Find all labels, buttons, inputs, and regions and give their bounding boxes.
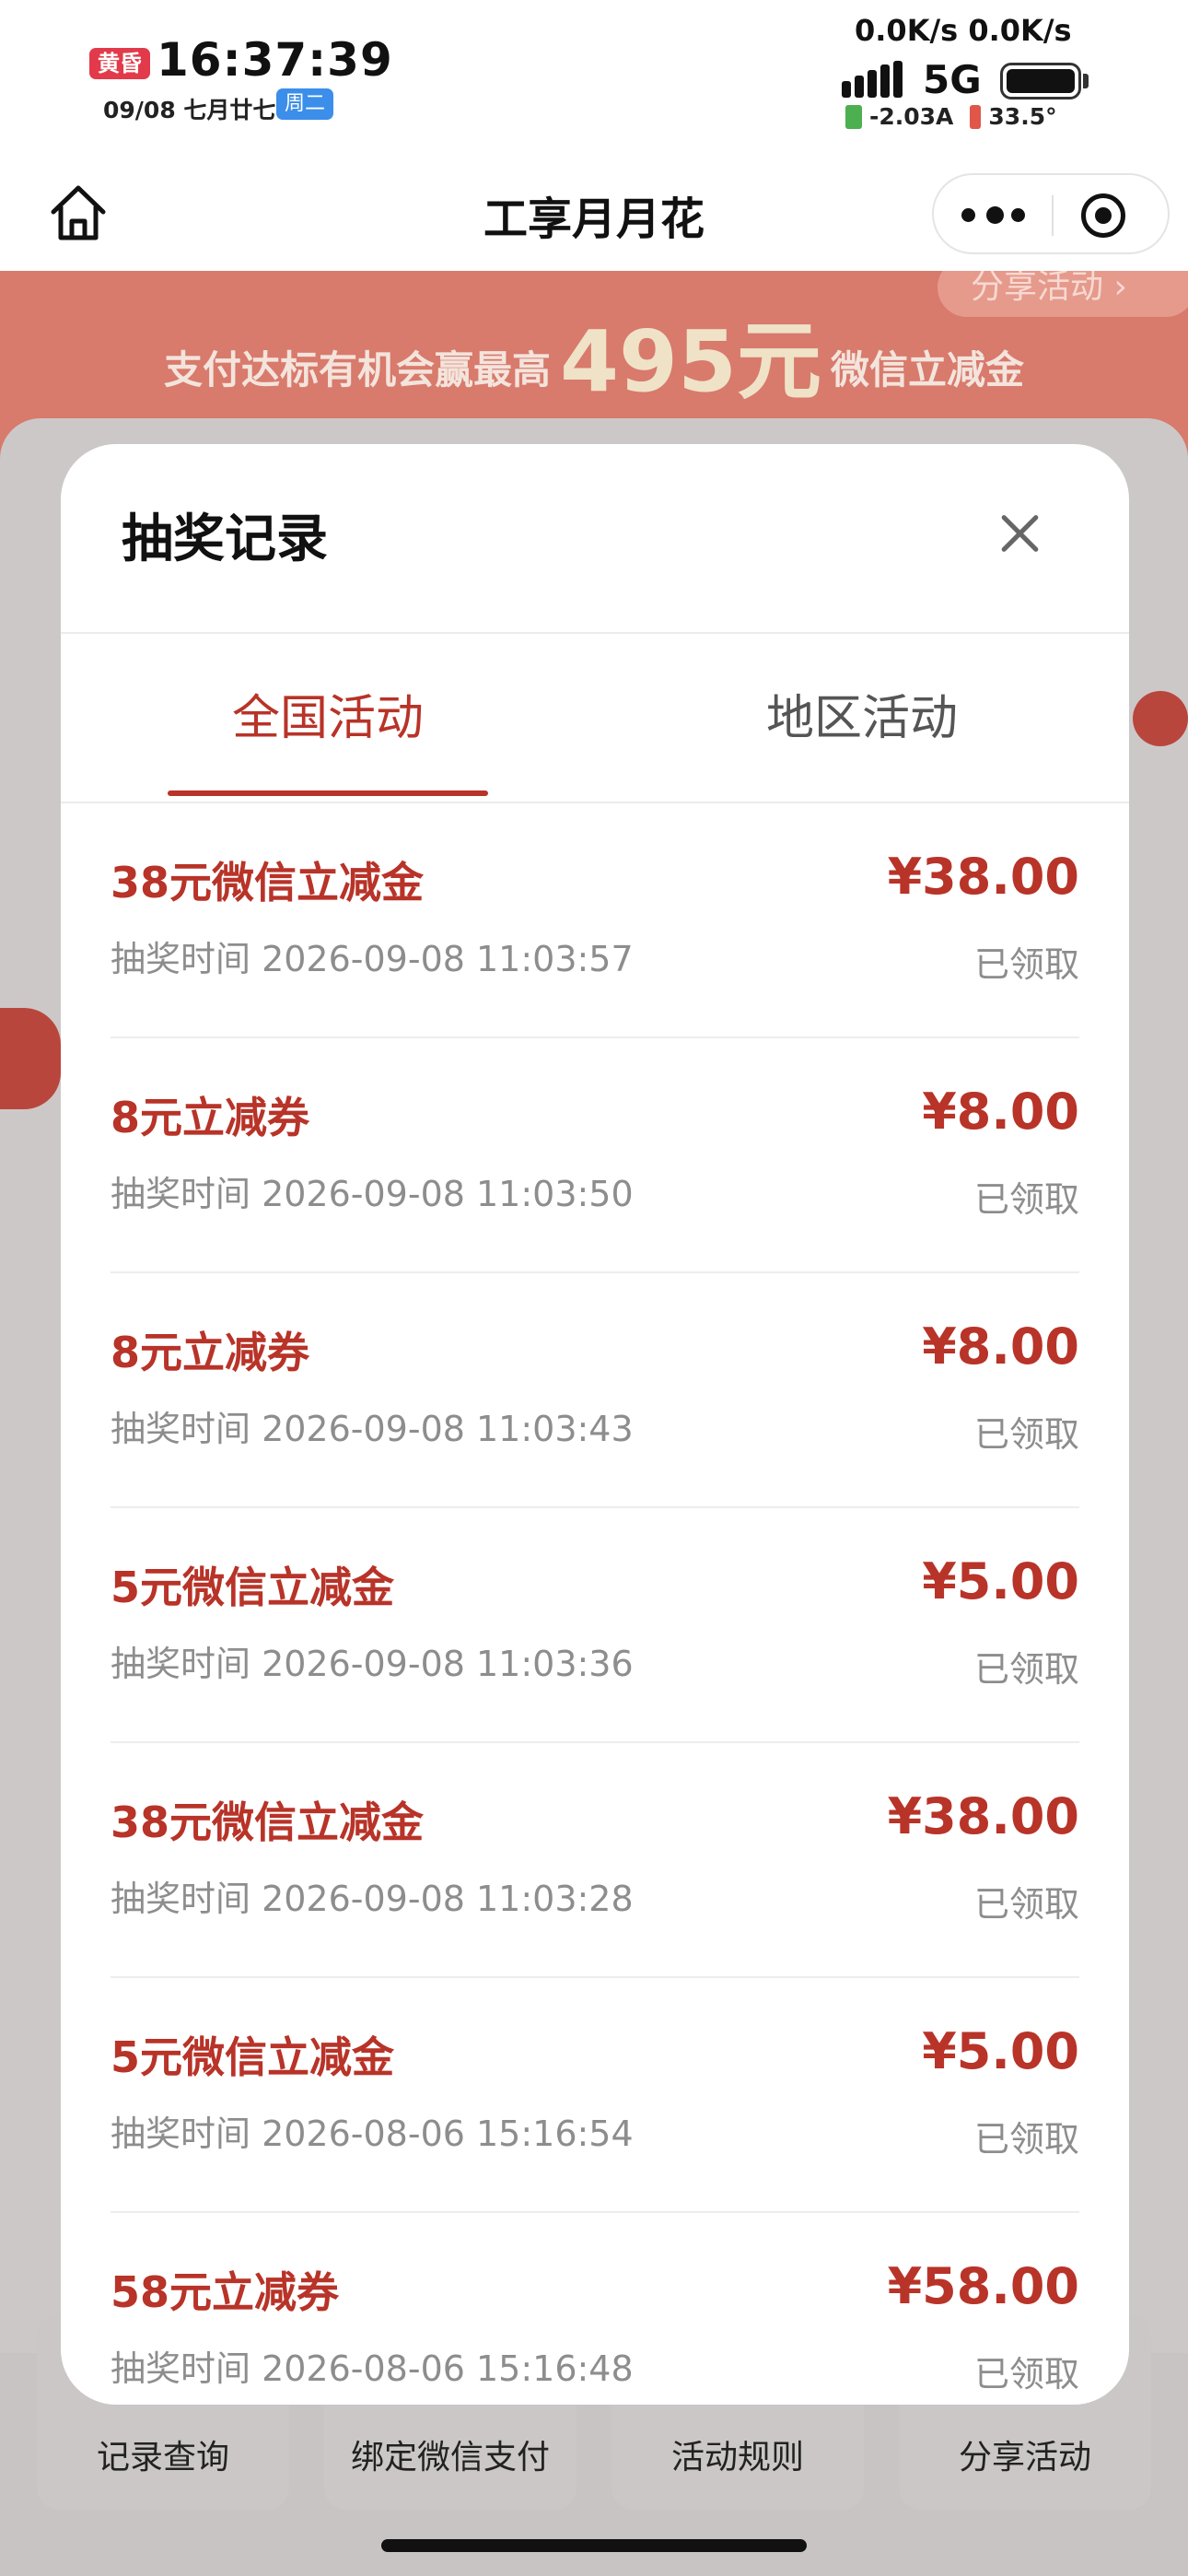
prize-amount: ¥38.00 <box>887 848 1079 906</box>
modal-title: 抽奖记录 <box>122 509 328 569</box>
prize-amount: ¥58.00 <box>887 2257 1079 2315</box>
prize-name: 38元微信立减金 <box>111 858 425 907</box>
prize-name: 58元立减券 <box>111 2267 340 2317</box>
battery-icon <box>1000 63 1081 100</box>
claim-status: 已领取 <box>973 1414 1079 1455</box>
more-icon[interactable] <box>961 201 1026 230</box>
banner-suffix: 微信立减金 <box>831 347 1025 392</box>
claim-status: 已领取 <box>973 2354 1079 2395</box>
home-indicator[interactable] <box>381 2539 807 2552</box>
prize-name: 8元立减券 <box>111 1093 310 1142</box>
list-item: 5元微信立减金 抽奖时间 2026-08-06 15:16:54 ¥5.00 已… <box>111 1978 1079 2213</box>
prize-name: 8元立减券 <box>111 1328 310 1377</box>
list-item: 38元微信立减金 抽奖时间 2026-09-08 11:03:57 ¥38.00… <box>111 803 1079 1038</box>
claim-status: 已领取 <box>973 944 1079 985</box>
banner-amount: 495元 <box>559 312 822 411</box>
draw-time: 抽奖时间 2026-09-08 11:03:28 <box>111 1879 634 1919</box>
tab-regional[interactable]: 地区活动 <box>595 634 1129 803</box>
app-page: 黄昏 16:37:39 09/08 七月廿七 周二 0.0K/s 0.0K/s … <box>0 0 1188 2576</box>
claim-status: 已领取 <box>973 1179 1079 1220</box>
device-stats: -2.03A 33.5° <box>845 103 1057 130</box>
side-card-icon <box>0 1008 61 1109</box>
draw-time: 抽奖时间 2026-09-08 11:03:43 <box>111 1409 634 1449</box>
current-reading: -2.03A <box>869 103 954 130</box>
prize-name: 38元微信立减金 <box>111 1797 425 1847</box>
capsule-divider <box>1052 195 1054 236</box>
nav-bar: 工享月月花 <box>0 157 1188 271</box>
prize-amount: ¥38.00 <box>887 1787 1079 1845</box>
weekday-badge: 周二 <box>276 88 333 120</box>
temperature-reading: 33.5° <box>988 103 1057 130</box>
close-icon[interactable] <box>998 512 1041 555</box>
activity-tabs: 全国活动 地区活动 <box>61 634 1129 803</box>
draw-time: 抽奖时间 2026-08-06 15:16:54 <box>111 2113 634 2154</box>
prize-name: 5元微信立减金 <box>111 2032 395 2082</box>
list-item: 58元立减券 抽奖时间 2026-08-06 15:16:48 ¥58.00 已… <box>111 2213 1079 2405</box>
network-speed: 0.0K/s 0.0K/s <box>855 13 1072 48</box>
bind-wechat-pay-label: 绑定微信支付 <box>350 2439 550 2476</box>
close-miniprogram-icon[interactable] <box>1081 193 1125 238</box>
list-item: 5元微信立减金 抽奖时间 2026-09-08 11:03:36 ¥5.00 已… <box>111 1508 1079 1743</box>
dusk-badge: 黄昏 <box>89 48 150 79</box>
records-list: 38元微信立减金 抽奖时间 2026-09-08 11:03:57 ¥38.00… <box>111 803 1079 2405</box>
carrier-label: 5G <box>923 57 982 102</box>
signal-icon <box>842 61 906 100</box>
share-activity-label: 分享活动 <box>958 2439 1091 2476</box>
prize-amount: ¥8.00 <box>922 1083 1079 1141</box>
prize-amount: ¥8.00 <box>922 1317 1079 1376</box>
side-float-button <box>1133 691 1188 746</box>
prize-amount: ¥5.00 <box>922 2022 1079 2080</box>
active-tab-underline <box>168 790 488 796</box>
claim-status: 已领取 <box>973 1649 1079 1690</box>
thermometer-icon <box>970 104 982 129</box>
status-bar: 黄昏 16:37:39 09/08 七月廿七 周二 0.0K/s 0.0K/s … <box>0 0 1188 157</box>
claim-status: 已领取 <box>973 2119 1079 2160</box>
prize-name: 5元微信立减金 <box>111 1563 395 1612</box>
draw-time: 抽奖时间 2026-08-06 15:16:48 <box>111 2348 634 2389</box>
list-item: 8元立减券 抽奖时间 2026-09-08 11:03:43 ¥8.00 已领取 <box>111 1273 1079 1508</box>
draw-time: 抽奖时间 2026-09-08 11:03:50 <box>111 1174 634 1214</box>
draw-time: 抽奖时间 2026-09-08 11:03:57 <box>111 939 634 979</box>
list-item: 38元微信立减金 抽奖时间 2026-09-08 11:03:28 ¥38.00… <box>111 1743 1079 1978</box>
activity-rules-label: 活动规则 <box>670 2439 804 2476</box>
banner-prefix: 支付达标有机会赢最高 <box>163 347 551 392</box>
status-date: 09/08 七月廿七 <box>103 97 276 123</box>
battery-cap <box>1083 74 1089 88</box>
tab-national[interactable]: 全国活动 <box>61 634 595 803</box>
draw-time: 抽奖时间 2026-09-08 11:03:36 <box>111 1644 634 1684</box>
mini-program-capsule <box>932 173 1170 254</box>
battery-small-icon <box>845 104 862 129</box>
records-query-label: 记录查询 <box>96 2439 229 2476</box>
claim-status: 已领取 <box>973 1884 1079 1925</box>
list-item: 8元立减券 抽奖时间 2026-09-08 11:03:50 ¥8.00 已领取 <box>111 1038 1079 1273</box>
status-clock: 16:37:39 <box>157 33 393 87</box>
prize-amount: ¥5.00 <box>922 1552 1079 1610</box>
lottery-records-modal: 抽奖记录 全国活动 地区活动 38元微信立减金 抽奖时间 2026-09-08 … <box>61 444 1129 2405</box>
